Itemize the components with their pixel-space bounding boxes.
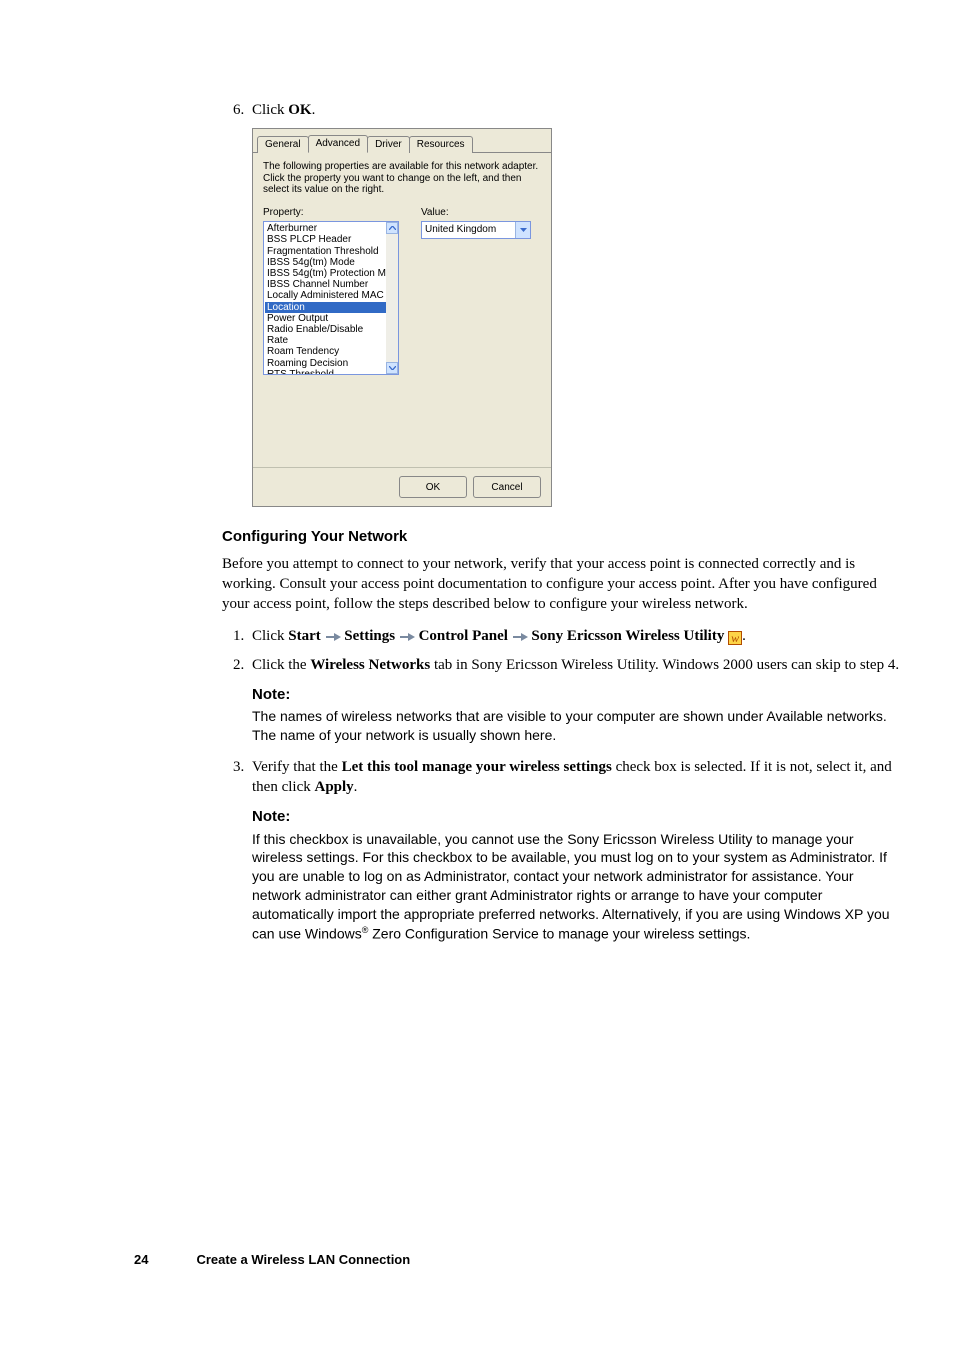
ok-text: OK bbox=[288, 102, 311, 118]
scroll-down-icon[interactable] bbox=[386, 362, 398, 374]
listbox-scrollbar[interactable] bbox=[386, 222, 398, 374]
dropdown-chevron-icon[interactable] bbox=[515, 222, 530, 238]
page-number: 24 bbox=[134, 1251, 148, 1269]
dialog-cancel-button[interactable]: Cancel bbox=[473, 476, 541, 498]
note-body: If this checkbox is unavailable, you can… bbox=[252, 830, 902, 944]
step-6: Click OK. bbox=[248, 100, 902, 120]
tab-resources[interactable]: Resources bbox=[409, 136, 473, 154]
property-list-item[interactable]: Afterburner bbox=[265, 223, 386, 234]
arrow-right-icon bbox=[512, 632, 528, 642]
property-list-item[interactable]: IBSS Channel Number bbox=[265, 279, 386, 290]
property-list-item[interactable]: IBSS 54g(tm) Mode bbox=[265, 257, 386, 268]
property-list-item[interactable]: Fragmentation Threshold bbox=[265, 246, 386, 257]
property-list-item[interactable]: RTS Threshold bbox=[265, 369, 386, 375]
property-listbox[interactable]: AfterburnerBSS PLCP HeaderFragmentation … bbox=[263, 221, 399, 375]
property-list-item[interactable]: Locally Administered MAC Address bbox=[265, 290, 386, 301]
step-1: Click Start Settings Control Panel Sony … bbox=[248, 626, 902, 646]
property-list-item[interactable]: Roam Tendency bbox=[265, 346, 386, 357]
value-dropdown[interactable]: United Kingdom bbox=[421, 221, 531, 239]
property-list-item[interactable]: BSS PLCP Header bbox=[265, 234, 386, 245]
note-label: Note: bbox=[252, 685, 902, 705]
property-label: Property: bbox=[263, 206, 403, 220]
property-list-item[interactable]: Roaming Decision bbox=[265, 358, 386, 369]
footer-title: Create a Wireless LAN Connection bbox=[196, 1251, 410, 1269]
property-list-item[interactable]: IBSS 54g(tm) Protection Mode bbox=[265, 268, 386, 279]
page-footer: 24 Create a Wireless LAN Connection bbox=[134, 1251, 410, 1269]
tabbar: General Advanced Driver Resources bbox=[253, 129, 551, 153]
tab-general[interactable]: General bbox=[257, 136, 309, 154]
note-body: The names of wireless networks that are … bbox=[252, 707, 902, 745]
heading-configuring-network: Configuring Your Network bbox=[222, 527, 902, 547]
note-label: Note: bbox=[252, 807, 902, 827]
scroll-up-icon[interactable] bbox=[386, 222, 398, 234]
step-3: Verify that the Let this tool manage you… bbox=[248, 757, 902, 944]
property-list-item[interactable]: Location bbox=[265, 302, 386, 313]
value-label: Value: bbox=[421, 206, 541, 220]
arrow-right-icon bbox=[399, 632, 415, 642]
properties-dialog: General Advanced Driver Resources The fo… bbox=[252, 128, 552, 507]
property-list-item[interactable]: Radio Enable/Disable bbox=[265, 324, 386, 335]
step-2: Click the Wireless Networks tab in Sony … bbox=[248, 655, 902, 745]
dialog-ok-button[interactable]: OK bbox=[399, 476, 467, 498]
dialog-description: The following properties are available f… bbox=[263, 161, 541, 196]
property-list-item[interactable]: Power Output bbox=[265, 313, 386, 324]
tab-driver[interactable]: Driver bbox=[367, 136, 410, 154]
wireless-utility-icon: w bbox=[728, 631, 742, 645]
property-list-item[interactable]: Rate bbox=[265, 335, 386, 346]
tab-advanced[interactable]: Advanced bbox=[308, 135, 368, 154]
arrow-right-icon bbox=[325, 632, 341, 642]
paragraph-intro: Before you attempt to connect to your ne… bbox=[222, 554, 902, 615]
